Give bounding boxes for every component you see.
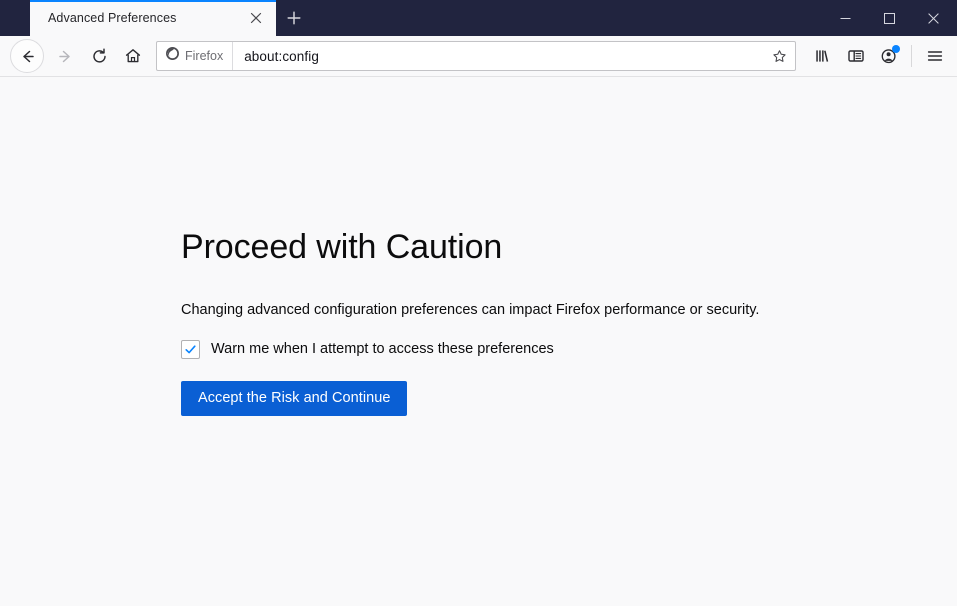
toolbar-right-icons [806, 40, 951, 72]
warning-description: Changing advanced configuration preferen… [181, 302, 760, 319]
url-bar[interactable]: Firefox about:config [156, 41, 796, 71]
forward-button[interactable] [48, 40, 82, 72]
tab-advanced-preferences[interactable]: Advanced Preferences [30, 0, 276, 36]
warn-me-checkbox-label: Warn me when I attempt to access these p… [211, 341, 554, 358]
toolbar-divider [911, 45, 912, 67]
url-input[interactable]: about:config [233, 49, 764, 64]
content-area: Proceed with Caution Changing advanced c… [0, 77, 957, 606]
account-avatar-icon[interactable] [872, 40, 905, 72]
close-icon[interactable] [246, 8, 266, 28]
navigation-toolbar: Firefox about:config [0, 36, 957, 77]
sidebar-icon[interactable] [839, 40, 872, 72]
window-controls [823, 0, 957, 36]
library-icon[interactable] [806, 40, 839, 72]
tab-strip: Advanced Preferences [0, 0, 823, 36]
page-title: Proceed with Caution [181, 228, 503, 266]
firefox-logo-icon [165, 46, 180, 66]
titlebar: Advanced Preferences [0, 0, 957, 36]
new-tab-button[interactable] [276, 0, 312, 36]
account-notification-badge [892, 45, 900, 53]
accept-risk-button[interactable]: Accept the Risk and Continue [181, 380, 408, 416]
identity-box[interactable]: Firefox [157, 42, 234, 70]
identity-label: Firefox [185, 49, 224, 63]
minimize-button[interactable] [823, 3, 867, 33]
close-window-button[interactable] [911, 3, 955, 33]
warn-me-checkbox-row[interactable]: Warn me when I attempt to access these p… [181, 339, 820, 359]
back-button[interactable] [10, 39, 44, 73]
home-button[interactable] [116, 40, 150, 72]
maximize-button[interactable] [867, 3, 911, 33]
hamburger-menu-icon[interactable] [918, 40, 951, 72]
tab-title: Advanced Preferences [48, 11, 177, 25]
browser-window: Advanced Preferences Firefox about:confi… [0, 0, 957, 606]
reload-button[interactable] [82, 40, 116, 72]
checkmark-icon [185, 345, 196, 354]
about-config-warning: Proceed with Caution Changing advanced c… [0, 77, 820, 416]
bookmark-star-icon[interactable] [764, 42, 794, 70]
tab-active-indicator [30, 0, 276, 2]
warn-me-checkbox[interactable] [181, 339, 200, 359]
